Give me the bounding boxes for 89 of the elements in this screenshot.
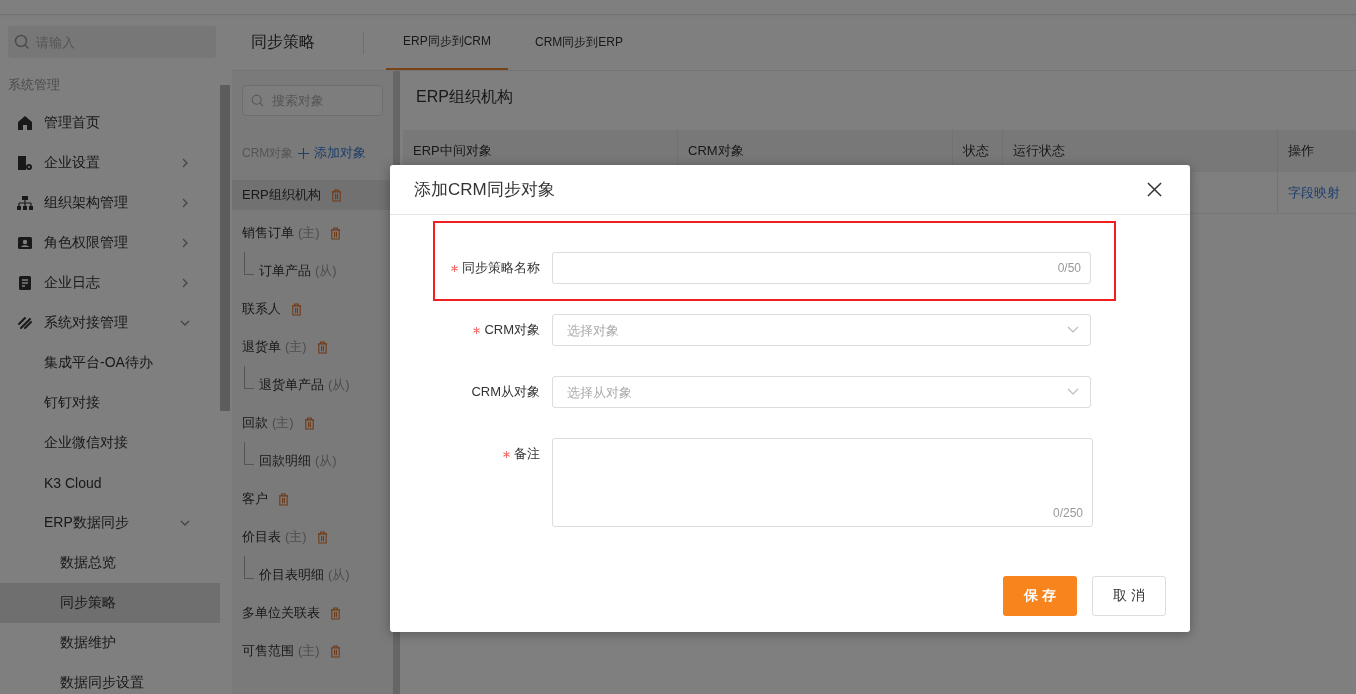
scrollbar[interactable]: [220, 85, 230, 411]
menu-item[interactable]: K3 Cloud: [0, 463, 220, 503]
plus-icon[interactable]: [298, 147, 310, 159]
tree-line: [244, 366, 254, 389]
object-name: 可售范围: [242, 642, 294, 660]
menu-item[interactable]: 数据总览: [0, 543, 220, 583]
menu-label: 集成平台-OA待办: [44, 354, 154, 372]
menu-item[interactable]: 企业设置: [0, 143, 220, 183]
menu-label: 系统对接管理: [44, 314, 129, 332]
chevron-down-icon: [1067, 326, 1079, 334]
tree-line: [244, 252, 254, 275]
menu-item[interactable]: 系统对接管理: [0, 303, 220, 343]
org-chart-icon: [17, 195, 33, 211]
trash-icon[interactable]: [330, 188, 342, 202]
menu-item[interactable]: 管理首页: [0, 103, 220, 143]
textarea-field[interactable]: [552, 438, 1093, 527]
object-name: 客户: [242, 490, 268, 508]
menu-label: 企业微信对接: [44, 434, 129, 452]
object-name: 价目表: [242, 528, 281, 546]
menu-label: 企业设置: [44, 154, 101, 172]
menu-label: 角色权限管理: [44, 234, 129, 252]
menu-item[interactable]: 同步策略: [0, 583, 220, 623]
menu-item[interactable]: 企业日志: [0, 263, 220, 303]
column-header: 操作: [1287, 141, 1315, 160]
add-object-link[interactable]: 添加对象: [314, 144, 367, 162]
section-title: ERP组织机构: [415, 87, 514, 107]
trash-icon[interactable]: [329, 226, 341, 240]
menu-item[interactable]: 组织架构管理: [0, 183, 220, 223]
tree-line: [244, 556, 254, 579]
field-label: 备注: [514, 445, 540, 463]
trash-icon[interactable]: [291, 302, 302, 316]
object-name: 订单产品: [259, 262, 311, 280]
menu-item[interactable]: 数据维护: [0, 623, 220, 663]
search-icon: [14, 34, 30, 50]
menu-label: ERP数据同步: [44, 514, 130, 532]
menu-item[interactable]: 角色权限管理: [0, 223, 220, 263]
input-field[interactable]: [552, 252, 1091, 284]
select-field[interactable]: 选择对象: [552, 314, 1091, 346]
home-icon: [17, 115, 33, 131]
menu-label: 企业日志: [44, 274, 101, 292]
link-icon: [17, 315, 33, 331]
object-name: 退货单产品: [259, 376, 324, 394]
user-card-icon: [17, 235, 33, 251]
menu-label: 管理首页: [44, 114, 101, 132]
search-icon: [251, 94, 264, 107]
character-counter: 0/250: [1052, 506, 1083, 520]
building-gear-icon: [17, 155, 33, 171]
trash-icon[interactable]: [330, 606, 341, 620]
field-label: 同步策略名称: [462, 259, 540, 277]
tree-line: [244, 442, 254, 465]
object-name: ERP组织机构: [242, 186, 321, 204]
document-icon: [17, 275, 33, 291]
object-name: 联系人: [242, 300, 281, 318]
tab[interactable]: CRM同步到ERP: [518, 15, 641, 70]
menu-label: 组织架构管理: [44, 194, 129, 212]
object-item[interactable]: 联系人: [232, 290, 393, 328]
object-name: 价目表明细: [259, 566, 324, 584]
menu-item[interactable]: 企业微信对接: [0, 423, 220, 463]
object-name: 退货单: [242, 338, 281, 356]
menu-item[interactable]: 钉钉对接: [0, 383, 220, 423]
object-name: 回款: [242, 414, 268, 432]
trash-icon[interactable]: [316, 340, 328, 354]
dialog-title: 添加CRM同步对象: [414, 179, 555, 201]
field-label: CRM从对象: [471, 383, 540, 401]
cancel-button[interactable]: 取 消: [1092, 576, 1166, 616]
character-counter: 0/50: [1057, 261, 1081, 275]
menu-label: 钉钉对接: [44, 394, 101, 412]
save-button[interactable]: 保 存: [1003, 576, 1077, 616]
select-field[interactable]: 选择从对象: [552, 376, 1091, 408]
trash-icon[interactable]: [316, 530, 328, 544]
chevron-down-icon: [1067, 388, 1079, 396]
object-item[interactable]: ERP组织机构: [232, 180, 393, 210]
tab[interactable]: ERP同步到CRM: [386, 15, 508, 70]
menu-item[interactable]: 数据同步设置: [0, 663, 220, 694]
menu-label: K3 Cloud: [44, 475, 103, 491]
object-item[interactable]: 多单位关联表: [232, 594, 393, 632]
object-name: 多单位关联表: [242, 604, 320, 622]
trash-icon[interactable]: [329, 644, 341, 658]
field-label: CRM对象: [484, 321, 540, 339]
menu-item[interactable]: 集成平台-OA待办: [0, 343, 220, 383]
trash-icon[interactable]: [303, 416, 315, 430]
object-name: 回款明细: [259, 452, 311, 470]
object-item[interactable]: 客户: [232, 480, 393, 518]
trash-icon[interactable]: [278, 492, 289, 506]
menu-item[interactable]: ERP数据同步: [0, 503, 220, 543]
field-mapping-link[interactable]: 字段映射: [1288, 183, 1340, 202]
close-icon[interactable]: [1147, 182, 1162, 197]
page-title: 同步策略: [250, 32, 316, 52]
object-name: 销售订单: [242, 224, 294, 242]
